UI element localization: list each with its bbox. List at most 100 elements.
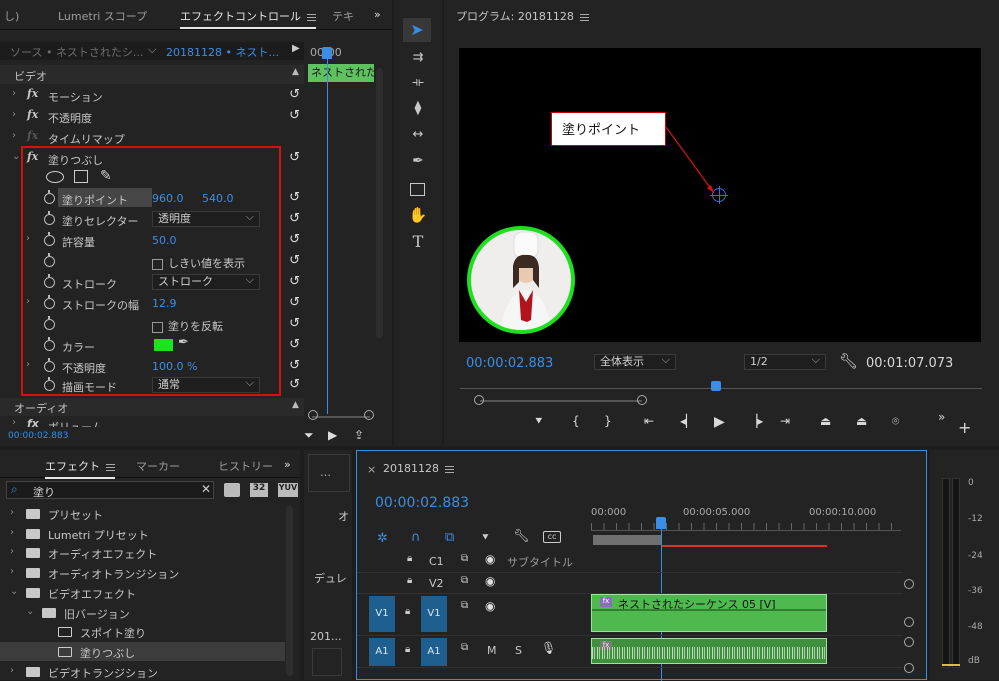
export-frame-camera-icon[interactable]: ⌾ bbox=[892, 414, 899, 429]
reset-icon[interactable]: ↺ bbox=[289, 274, 300, 289]
slip-tool-icon[interactable]: ↔ bbox=[406, 127, 430, 142]
zoom-right-handle[interactable] bbox=[364, 410, 374, 420]
effects-tree-item[interactable]: › ビデオトランジション bbox=[0, 662, 285, 681]
video-section-header[interactable]: ビデオ ▲ bbox=[0, 65, 304, 84]
collapse-icon[interactable]: ▲ bbox=[292, 67, 299, 77]
source-patch-v1[interactable]: V1 bbox=[369, 596, 395, 632]
reset-icon[interactable]: ↺ bbox=[289, 232, 300, 247]
eye-icon[interactable]: ◉ bbox=[485, 599, 495, 613]
razor-tool-icon[interactable]: ⧫ bbox=[406, 100, 430, 116]
track-target-a1[interactable]: A1 bbox=[421, 638, 447, 666]
fx-icon[interactable]: fx bbox=[27, 150, 38, 163]
effect-row-motion[interactable]: › fx モーション ↺ bbox=[0, 85, 300, 106]
captions-icon[interactable]: cc bbox=[543, 531, 561, 543]
invert-fill-checkbox[interactable]: 塗りを反転 bbox=[152, 318, 223, 334]
sequence-tab[interactable]: 20181128 bbox=[383, 462, 454, 475]
reset-icon[interactable]: ↺ bbox=[289, 108, 300, 123]
yuv-effects-icon[interactable]: YUV bbox=[278, 483, 298, 497]
type-tool-icon[interactable]: T bbox=[406, 232, 430, 251]
nested-sequence-clip[interactable]: fx ネストされたシーケンス 05 [V] bbox=[591, 594, 827, 632]
accelerated-effects-icon[interactable] bbox=[224, 483, 240, 497]
strip-scroll-box[interactable] bbox=[312, 648, 342, 676]
reset-icon[interactable]: ↺ bbox=[289, 253, 300, 268]
program-scrub-bar[interactable] bbox=[460, 388, 982, 396]
rectangle-mask-icon[interactable] bbox=[74, 170, 88, 183]
export-icon[interactable]: ⇪ bbox=[354, 428, 364, 442]
blend-mode-dropdown[interactable]: 通常 bbox=[152, 376, 260, 393]
rectangle-tool-icon[interactable] bbox=[410, 183, 425, 196]
more-tabs-icon[interactable]: » bbox=[374, 8, 381, 21]
mute-button[interactable]: M bbox=[487, 644, 497, 657]
tab-markers[interactable]: マーカー bbox=[136, 458, 180, 474]
effects-scrollbar[interactable] bbox=[286, 506, 293, 676]
lock-icon[interactable]: 🔒︎ bbox=[407, 575, 412, 586]
zoom-left-handle[interactable] bbox=[474, 395, 484, 405]
track-output-icon[interactable]: ⧉ bbox=[461, 600, 468, 611]
tab-history[interactable]: ヒストリー bbox=[218, 458, 273, 474]
tolerance-value[interactable]: 50.0 bbox=[152, 234, 177, 247]
add-marker-icon[interactable]: ⯆ bbox=[481, 531, 490, 545]
extract-icon[interactable]: ⏏ bbox=[856, 414, 867, 428]
ellipse-mask-icon[interactable] bbox=[46, 171, 64, 183]
lock-icon[interactable]: 🔒︎ bbox=[407, 553, 412, 564]
tab-effect-controls[interactable]: エフェクトコントロール bbox=[180, 8, 316, 29]
sequence-label[interactable]: 20181128 • ネスト... bbox=[166, 44, 279, 60]
ec-current-time[interactable]: 00:00:02.883 bbox=[8, 431, 68, 441]
show-threshold-checkbox[interactable]: しきい値を表示 bbox=[152, 255, 245, 271]
time-ruler[interactable] bbox=[591, 523, 901, 531]
expand-arrow-icon[interactable]: › bbox=[26, 359, 30, 370]
eye-icon[interactable]: ◉ bbox=[485, 552, 495, 566]
stopwatch-icon[interactable] bbox=[44, 316, 55, 330]
reset-icon[interactable]: ↺ bbox=[289, 337, 300, 352]
track-target-v1[interactable]: V1 bbox=[421, 596, 447, 632]
nest-toggle-icon[interactable]: ✲ bbox=[377, 531, 388, 546]
expand-arrow-icon[interactable]: › bbox=[10, 507, 14, 518]
fx-icon[interactable]: fx bbox=[27, 417, 39, 427]
color-swatch[interactable] bbox=[154, 339, 173, 351]
go-to-out-icon[interactable]: ⇥ bbox=[780, 414, 790, 428]
effects-tree-item[interactable]: › オーディオトランジション bbox=[0, 563, 285, 582]
stopwatch-icon[interactable] bbox=[44, 377, 55, 391]
expand-arrow-icon[interactable]: › bbox=[10, 546, 14, 557]
fx-icon[interactable]: fx bbox=[27, 129, 38, 142]
mark-out-icon[interactable]: } bbox=[604, 414, 612, 428]
sequence-dropdown-icon[interactable]: ⌵ bbox=[148, 43, 156, 57]
stopwatch-icon[interactable] bbox=[44, 253, 55, 267]
expand-arrow-icon[interactable]: › bbox=[10, 566, 14, 577]
expand-arrow-icon[interactable]: › bbox=[12, 417, 16, 427]
track-output-icon[interactable]: ⧉ bbox=[461, 575, 468, 586]
collapse-arrow-icon[interactable]: ⌄ bbox=[12, 151, 20, 162]
effects-tree-item[interactable]: ⌄ 旧バージョン bbox=[0, 603, 285, 622]
collapse-icon[interactable]: ▲ bbox=[292, 400, 299, 410]
opacity-value[interactable]: 100.0 % bbox=[152, 360, 197, 373]
effects-tree-item[interactable]: ⌄ ビデオエフェクト bbox=[0, 583, 285, 602]
fill-selector-dropdown[interactable]: 透明度 bbox=[152, 210, 260, 227]
reset-icon[interactable]: ↺ bbox=[289, 377, 300, 392]
32bit-effects-icon[interactable]: 32 bbox=[250, 483, 268, 497]
zoom-dropdown[interactable]: 全体表示 bbox=[594, 353, 676, 370]
solo-button[interactable]: S bbox=[515, 644, 522, 657]
pen-mask-icon[interactable]: ✎ bbox=[100, 168, 112, 184]
snap-icon[interactable]: ∩ bbox=[411, 530, 421, 545]
close-sequence-icon[interactable]: × bbox=[367, 463, 376, 476]
partial-tab[interactable]: し) bbox=[4, 8, 19, 24]
reset-icon[interactable]: ↺ bbox=[289, 295, 300, 310]
mark-in-icon[interactable]: { bbox=[572, 414, 580, 428]
tab-text[interactable]: テキ bbox=[332, 8, 354, 24]
tab-lumetri-scopes[interactable]: Lumetri スコープ bbox=[58, 8, 147, 24]
audio-row-partial[interactable]: › fx ボリューム bbox=[0, 417, 304, 427]
stopwatch-icon[interactable] bbox=[44, 211, 55, 225]
stopwatch-icon[interactable] bbox=[44, 358, 55, 372]
stroke-dropdown[interactable]: ストローク bbox=[152, 273, 260, 290]
search-field[interactable]: ⌕ 塗り ✕ bbox=[6, 481, 214, 499]
fx-icon[interactable]: fx bbox=[27, 87, 38, 100]
effect-row-fill[interactable]: ⌄ fx 塗りつぶし ↺ bbox=[0, 148, 300, 169]
effect-row-opacity[interactable]: › fx 不透明度 ↺ bbox=[0, 106, 300, 127]
program-zoom-bar[interactable] bbox=[480, 400, 642, 402]
stopwatch-icon[interactable] bbox=[44, 295, 55, 309]
resolution-dropdown[interactable]: 1/2 bbox=[744, 353, 826, 370]
reset-icon[interactable]: ↺ bbox=[289, 150, 300, 165]
tab-effects[interactable]: エフェクト bbox=[45, 458, 115, 479]
work-area-bar[interactable] bbox=[593, 535, 661, 545]
program-playhead[interactable] bbox=[711, 381, 721, 391]
